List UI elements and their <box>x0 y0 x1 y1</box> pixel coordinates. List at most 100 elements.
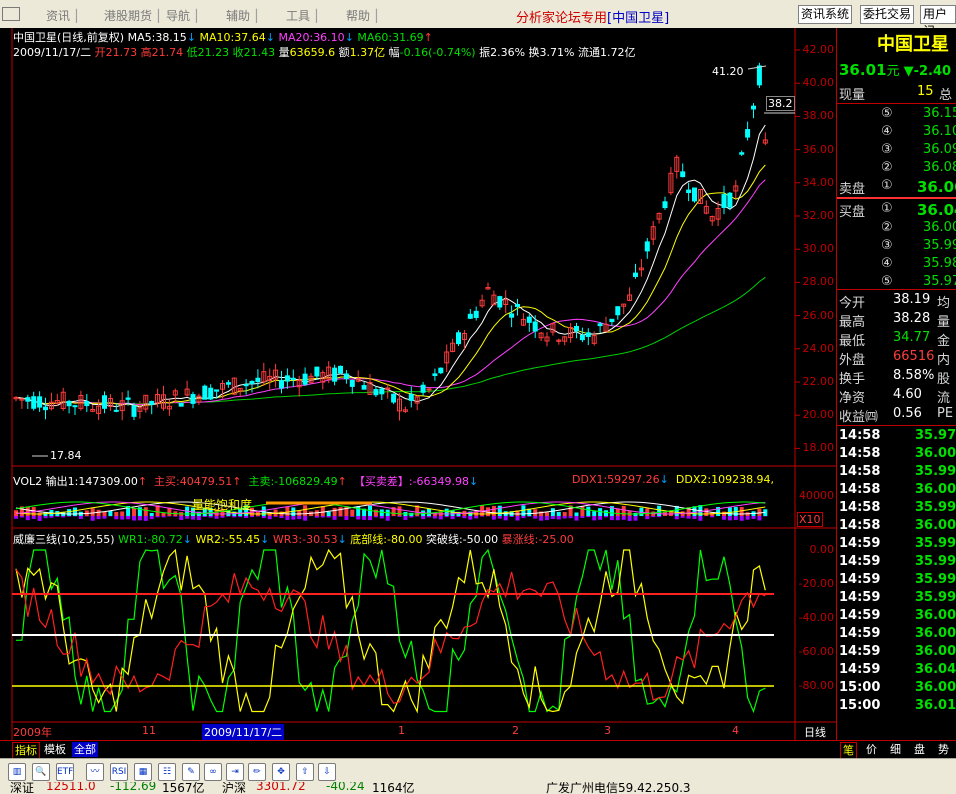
menu-item-assist[interactable]: 辅助 ▏ <box>226 7 265 24</box>
menu-item-tools[interactable]: 工具 ▏ <box>286 7 325 24</box>
news-system-button[interactable]: 资讯系统 <box>798 5 853 24</box>
etf-icon[interactable]: ETF <box>56 763 74 781</box>
volume-bar <box>114 512 119 516</box>
volume-bar-neg <box>545 516 549 521</box>
volume-bar <box>427 508 431 516</box>
tab-all[interactable]: 全部 <box>72 742 98 757</box>
sz-index: 12511.0 <box>46 782 96 793</box>
menu-bar: 资讯 ▏ 港股期货 ▏ 导航 ▏ 辅助 ▏ 工具 ▏ 帮助 ▏ 分析家论坛专用[中国卫星] … <box>0 0 956 38</box>
volume-bar <box>261 506 266 516</box>
ma20-label: MA20:36.10 <box>278 31 345 44</box>
volume-bar-neg <box>474 516 479 519</box>
volume-bar-neg <box>373 516 378 518</box>
volume-bar <box>450 510 455 516</box>
time-label-2: 2 <box>512 724 519 737</box>
candle-body <box>727 192 733 208</box>
period-label[interactable]: 日线 <box>804 724 826 740</box>
volume-bar-neg <box>143 516 148 521</box>
volume-bar-neg <box>114 516 119 520</box>
rsi-icon[interactable]: RSI <box>110 763 128 781</box>
volume-bar-neg <box>497 516 502 519</box>
tab-indicator[interactable]: 指标 <box>12 742 40 759</box>
volume-bar-neg <box>261 516 266 519</box>
ddx-header: DDX1:59297.26↓ DDX2:109238.94, <box>572 473 774 486</box>
volume-bar-neg <box>179 516 184 521</box>
candle-body <box>302 373 308 385</box>
quote-tab[interactable]: 势 <box>936 742 951 757</box>
candle-body <box>391 393 397 403</box>
stat-row: 外盘 66516 内 <box>839 349 950 368</box>
stock-title: [中国卫星] <box>607 11 670 26</box>
total-label: 总 <box>939 88 953 103</box>
ma10-arrow-icon: ↓ <box>265 31 275 44</box>
candle-body <box>284 375 290 382</box>
volume-bar <box>562 512 567 516</box>
wr-header: 威廉三线(10,25,55) WR1:-80.72↓ WR2:-55.45↓ W… <box>13 531 574 547</box>
quote-tab[interactable]: 细 <box>888 742 903 757</box>
link-icon[interactable]: ∞ <box>204 763 222 781</box>
kline-chart-area[interactable]: 中国卫星(日线,前复权) MA5:38.15↓ MA10:37.64↓ MA20… <box>0 28 836 740</box>
volume-bar <box>545 512 549 516</box>
wr-axis-label: -40.00 <box>798 611 834 624</box>
stat-value: 34.77 <box>893 330 931 345</box>
diff-arrow-icon: ↓ <box>469 475 479 488</box>
app-menu-icon[interactable] <box>2 7 20 24</box>
volume-bar <box>132 508 136 516</box>
quote-tab[interactable]: 笔 <box>840 742 857 759</box>
candle-body <box>190 394 196 404</box>
low-label: 17.84 <box>50 449 82 462</box>
stat-label: 今开 <box>839 296 866 311</box>
candle-body <box>249 380 255 385</box>
volume-bar-neg <box>161 516 166 518</box>
chart-icon[interactable]: ▥ <box>8 763 26 781</box>
volume-bar-neg <box>509 516 514 517</box>
volume-bar <box>497 505 502 516</box>
stat-row: 收益㈣ 0.56 PE <box>839 406 953 425</box>
broker-server: 广发广州电信59.42.250.3 <box>546 782 691 794</box>
chart-canvas[interactable] <box>0 28 836 740</box>
arrow-up-icon[interactable]: ⇧ <box>296 763 314 781</box>
arrow-down-icon[interactable]: ⇩ <box>318 763 336 781</box>
menu-item-hk-futures[interactable]: 港股期货 ▏ <box>104 7 167 24</box>
candle-body <box>662 201 668 209</box>
menu-item-news[interactable]: 资讯 ▏ <box>46 7 85 24</box>
volume-bar-neg <box>291 516 296 520</box>
ma10-line <box>15 164 766 407</box>
wr2-value: WR2:-55.45 <box>195 533 261 546</box>
chg-value: -0.16(-0.74%) <box>399 46 476 59</box>
volume-bar-neg <box>126 516 131 520</box>
tab-template[interactable]: 模板 <box>42 742 68 757</box>
quote-tab[interactable]: 盘 <box>912 742 927 757</box>
menu-item-nav[interactable]: 导航 ▏ <box>166 7 205 24</box>
volume-bar-neg <box>149 516 154 520</box>
move-icon[interactable]: ✥ <box>272 763 290 781</box>
price-axis-label: 38.00 <box>802 109 835 123</box>
stat-right-label: 流 <box>937 391 951 406</box>
tick-price: 35.99 <box>915 554 956 569</box>
volume-bar <box>373 509 378 516</box>
candle-body <box>756 65 762 86</box>
import-icon[interactable]: ⇥ <box>226 763 244 781</box>
volume-bar <box>137 507 142 516</box>
pencil-icon[interactable]: ✏ <box>248 763 266 781</box>
tick-price: 36.00 <box>915 644 956 659</box>
user-button[interactable]: 用户记 <box>920 5 956 38</box>
volume-bar <box>356 506 361 516</box>
search-icon[interactable]: 🔍 <box>32 763 50 781</box>
table-icon[interactable]: ☷ <box>158 763 176 781</box>
volume-bar-neg <box>132 516 136 521</box>
sh-label: 沪深 <box>222 782 247 794</box>
line-chart-icon[interactable]: 〰 <box>86 763 104 781</box>
volume-bar-neg <box>397 516 402 517</box>
candle-body <box>692 187 697 202</box>
level-price: 36.06 <box>917 178 956 196</box>
sz-amount: 1567亿 <box>162 782 205 794</box>
trade-button[interactable]: 委托交易 <box>860 5 915 24</box>
quote-tab[interactable]: 价 <box>864 742 879 757</box>
tick-price: 36.00 <box>915 482 956 497</box>
chart-header-line1: 中国卫星(日线,前复权) MA5:38.15↓ MA10:37.64↓ MA20… <box>13 29 433 45</box>
grid-icon[interactable]: ▦ <box>134 763 152 781</box>
close-label: 收 <box>232 46 244 59</box>
draw-icon[interactable]: ✎ <box>182 763 200 781</box>
menu-item-help[interactable]: 帮助 ▏ <box>346 7 385 24</box>
